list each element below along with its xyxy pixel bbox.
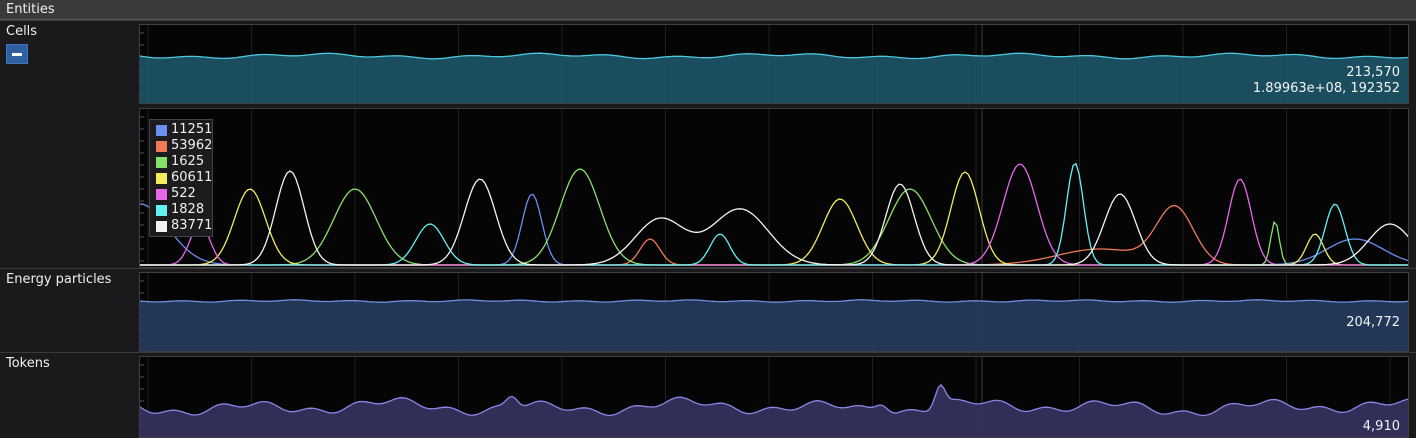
energy-area [140, 299, 1408, 351]
cells-total-plot[interactable]: 213,570 1.89963e+08, 192352 [139, 24, 1409, 104]
tokens-area [140, 384, 1408, 437]
cells-area [140, 53, 1408, 103]
legend-label: 60611 [171, 170, 213, 185]
legend-label: 1828 [171, 202, 205, 217]
legend-label: 53962 [171, 138, 213, 153]
color-series-line [140, 204, 1408, 266]
legend-swatch [156, 221, 167, 232]
collapse-button[interactable] [6, 44, 28, 64]
legend-item: 1625 [150, 154, 212, 170]
minus-icon [12, 53, 22, 56]
cells-total-chart [140, 25, 1408, 103]
legend-swatch [156, 189, 167, 200]
legend-item: 522 [150, 186, 212, 202]
cells-value: 213,570 [1346, 65, 1400, 80]
legend-item: 83771 [150, 218, 212, 234]
legend-swatch [156, 141, 167, 152]
color-legend: 11251 53962 1625 60611 522 1828 83771 [149, 119, 213, 237]
color-series-line [140, 163, 1408, 266]
window-titlebar: Entities [0, 0, 1416, 20]
cells-color-plot[interactable] [139, 108, 1409, 268]
energy-row: Energy particles 204,772 [0, 268, 1416, 352]
energy-plot[interactable]: 204,772 [139, 272, 1409, 352]
cells-color-chart [140, 109, 1408, 267]
color-series-line [140, 193, 1408, 266]
legend-swatch [156, 173, 167, 184]
energy-chart [140, 273, 1408, 351]
tokens-value: 4,910 [1362, 419, 1400, 434]
legend-swatch [156, 205, 167, 216]
legend-label: 1625 [171, 154, 205, 169]
legend-item: 53962 [150, 138, 212, 154]
legend-label: 522 [171, 186, 196, 201]
legend-label: 11251 [171, 122, 213, 137]
energy-line [140, 299, 1408, 303]
legend-swatch [156, 157, 167, 168]
tokens-label: Tokens [6, 356, 50, 371]
legend-swatch [156, 125, 167, 136]
tokens-plot[interactable]: 4,910 [139, 356, 1409, 438]
legend-item: 1828 [150, 202, 212, 218]
energy-value: 204,772 [1346, 315, 1400, 330]
legend-label: 83771 [171, 218, 213, 233]
tokens-row: Tokens 4,910 [0, 352, 1416, 438]
cells-label: Cells [6, 24, 38, 39]
cells-value-detail: 1.89963e+08, 192352 [1252, 81, 1400, 96]
legend-item: 11251 [150, 122, 212, 138]
legend-item: 60611 [150, 170, 212, 186]
energy-label: Energy particles [6, 272, 112, 287]
window-title: Entities [6, 2, 55, 17]
tokens-chart [140, 357, 1408, 437]
